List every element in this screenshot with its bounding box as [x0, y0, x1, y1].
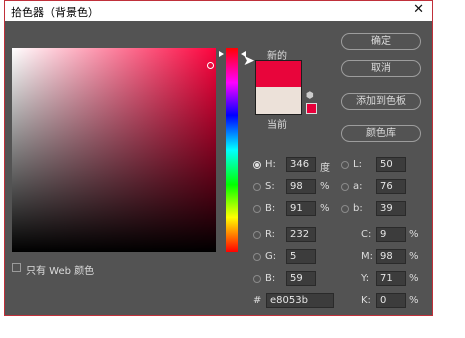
rgb-b-label: B:: [265, 273, 276, 284]
h-label: H:: [265, 159, 276, 170]
dialog-title: 拾色器（背景色）: [11, 6, 99, 19]
close-icon[interactable]: ✕: [413, 2, 424, 17]
title-bar: 拾色器（背景色） ✕: [5, 1, 432, 21]
web-safe-cube-icon[interactable]: ⬢: [306, 91, 314, 101]
radio-lab-b[interactable]: [341, 205, 349, 213]
only-web-colors-checkbox[interactable]: [12, 263, 21, 272]
add-to-swatches-button[interactable]: 添加到色板: [341, 93, 421, 110]
c-label: C:: [361, 229, 372, 240]
m-label: M:: [361, 251, 373, 262]
g-field[interactable]: 5: [286, 249, 316, 264]
s-unit: %: [320, 181, 330, 192]
a-field[interactable]: 76: [376, 179, 406, 194]
l-label: L:: [353, 159, 362, 170]
color-field-marker[interactable]: [207, 62, 214, 69]
radio-b[interactable]: [253, 205, 261, 213]
h-field[interactable]: 346: [286, 157, 316, 172]
b-field[interactable]: 91: [286, 201, 316, 216]
lab-b-label: b:: [353, 203, 363, 214]
hex-field[interactable]: e8053b: [266, 293, 334, 308]
hex-hash-label: #: [253, 295, 262, 306]
current-color-swatch[interactable]: [255, 87, 302, 115]
cancel-button[interactable]: 取消: [341, 60, 421, 77]
s-field[interactable]: 98: [286, 179, 316, 194]
ok-button[interactable]: 确定: [341, 33, 421, 50]
a-label: a:: [353, 181, 363, 192]
l-field[interactable]: 50: [376, 157, 406, 172]
r-field[interactable]: 232: [286, 227, 316, 242]
lab-b-field[interactable]: 39: [376, 201, 406, 216]
m-field[interactable]: 98: [376, 249, 406, 264]
s-label: S:: [265, 181, 275, 192]
c-field[interactable]: 9: [376, 227, 406, 242]
radio-r[interactable]: [253, 231, 261, 239]
y-label: Y:: [361, 273, 370, 284]
radio-s[interactable]: [253, 183, 261, 191]
b-label: B:: [265, 203, 276, 214]
y-unit: %: [409, 273, 419, 284]
radio-g[interactable]: [253, 253, 261, 261]
radio-rgb-b[interactable]: [253, 275, 261, 283]
radio-a[interactable]: [341, 183, 349, 191]
k-label: K:: [361, 295, 371, 306]
only-web-colors-label: 只有 Web 颜色: [26, 266, 95, 277]
r-label: R:: [265, 229, 276, 240]
g-label: G:: [265, 251, 277, 262]
mouse-cursor-icon: ➤: [243, 53, 255, 69]
k-unit: %: [409, 295, 419, 306]
c-unit: %: [409, 229, 419, 240]
new-color-swatch: [255, 60, 302, 88]
y-field[interactable]: 71: [376, 271, 406, 286]
b-unit: %: [320, 203, 330, 214]
hue-slider[interactable]: [226, 48, 238, 252]
rgb-b-field[interactable]: 59: [286, 271, 316, 286]
color-picker-dialog: 拾色器（背景色） ✕ ➤ 新的 当前 ⬢ 确定 取消 添加到色板 颜色库 只有 …: [4, 0, 433, 316]
current-color-label: 当前: [267, 120, 287, 131]
m-unit: %: [409, 251, 419, 262]
color-field[interactable]: [12, 48, 216, 252]
radio-h[interactable]: [253, 161, 261, 169]
h-unit: 度: [320, 163, 330, 174]
color-libraries-button[interactable]: 颜色库: [341, 125, 421, 142]
radio-l[interactable]: [341, 161, 349, 169]
k-field[interactable]: 0: [376, 293, 406, 308]
web-safe-color-swatch[interactable]: [306, 103, 317, 114]
hue-slider-handle-left[interactable]: [219, 51, 224, 57]
